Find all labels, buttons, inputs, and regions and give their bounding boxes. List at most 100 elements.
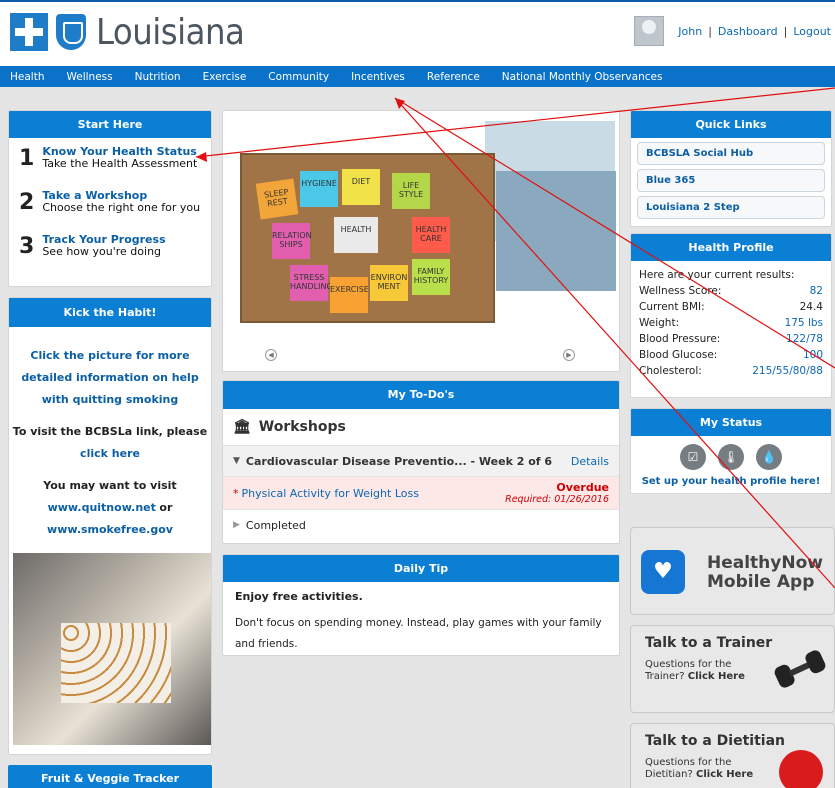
dumbbell-icon	[772, 648, 828, 690]
avatar[interactable]	[634, 16, 665, 46]
sticky-note: ENVIRON MENT	[370, 265, 408, 301]
brand-name: Louisiana	[96, 11, 245, 53]
workshop-row[interactable]: ▼ Cardiovascular Disease Preventio... - …	[223, 445, 619, 476]
checklist-icon[interactable]: ☑	[680, 444, 706, 470]
chevron-down-icon[interactable]: ▼	[233, 456, 240, 466]
dietitian-click-here-link[interactable]: Click Here	[696, 769, 753, 780]
quick-link-louisiana-2-step[interactable]: Louisiana 2 Step	[637, 196, 825, 219]
main-nav: Health Wellness Nutrition Exercise Commu…	[0, 66, 835, 87]
sticky-note: HEALTH	[334, 217, 378, 253]
heart-plus-icon: ♥	[641, 550, 685, 594]
start-here-title: Start Here	[9, 111, 211, 138]
or-text: or	[159, 501, 173, 514]
health-corkboard-image[interactable]: SLEEP REST HYGIENE DIET LIFE STYLE RELAT…	[240, 153, 495, 323]
quitnow-link[interactable]: www.quitnow.net	[48, 501, 156, 514]
sticky-note: HEALTH CARE	[412, 217, 450, 253]
completed-row[interactable]: ▶ Completed	[223, 509, 619, 540]
smokefree-link[interactable]: www.smokefree.gov	[9, 519, 211, 541]
workshop-building-icon: 🏛	[233, 419, 251, 435]
nav-nutrition[interactable]: Nutrition	[135, 71, 181, 83]
todos-title: My To-Do's	[223, 381, 619, 409]
healthynow-app-promo[interactable]: ♥ HealthyNow Mobile App	[630, 527, 835, 615]
step-subtitle: Take the Health Assessment	[42, 157, 198, 170]
todo-status: Overdue Required: 01/26/2016	[505, 481, 609, 505]
step-1[interactable]: 1 Know Your Health Status Take the Healt…	[19, 146, 211, 172]
nav-exercise[interactable]: Exercise	[203, 71, 247, 83]
profile-row: Blood Pressure: 122/78	[639, 331, 823, 347]
profile-label: Wellness Score:	[639, 285, 722, 297]
profile-row: Blood Glucose: 100	[639, 347, 823, 363]
workshops-label: Workshops	[258, 419, 346, 435]
separator: |	[708, 24, 712, 38]
step-2[interactable]: 2 Take a Workshop Choose the right one f…	[19, 190, 211, 216]
setup-profile-link[interactable]: Set up your health profile here!	[631, 476, 831, 487]
talk-to-dietitian-promo[interactable]: Talk to a Dietitian Questions for the Di…	[630, 723, 835, 788]
slide-next-button[interactable]: ▶	[563, 349, 575, 361]
nav-community[interactable]: Community	[268, 71, 329, 83]
profile-label: Blood Pressure:	[639, 333, 721, 345]
dietitian-sub: Dietitian?	[645, 769, 693, 780]
step-number: 3	[19, 234, 35, 259]
todo-item-link[interactable]: Physical Activity for Weight Loss	[242, 487, 419, 500]
nav-wellness[interactable]: Wellness	[66, 71, 112, 83]
daily-tip-title: Daily Tip	[223, 555, 619, 582]
quick-links-title: Quick Links	[631, 111, 831, 138]
trainer-title: Talk to a Trainer	[645, 635, 773, 651]
annotation-arrowhead	[395, 98, 405, 109]
profile-value[interactable]: 175 lbs	[785, 315, 823, 331]
quit-smoking-image[interactable]	[13, 553, 211, 745]
chevron-right-icon[interactable]: ▶	[233, 520, 240, 530]
apple-icon	[779, 750, 823, 788]
todo-item-row[interactable]: * Physical Activity for Weight Loss Over…	[223, 476, 619, 509]
step-subtitle: See how you're doing	[42, 245, 162, 258]
dashboard-link[interactable]: Dashboard	[718, 25, 778, 38]
todos-panel: My To-Do's 🏛 Workshops ▼ Cardiovascular …	[222, 380, 620, 544]
trainer-sub: Trainer?	[645, 671, 685, 682]
my-status-title: My Status	[631, 409, 831, 436]
trainer-click-here-link[interactable]: Click Here	[688, 671, 745, 682]
fruit-veggie-panel: Fruit & Veggie Tracker	[8, 765, 212, 788]
nav-reference[interactable]: Reference	[427, 71, 480, 83]
logo[interactable]: Louisiana	[10, 10, 245, 54]
nav-incentives[interactable]: Incentives	[351, 71, 405, 83]
nav-health[interactable]: Health	[10, 71, 44, 83]
profile-value[interactable]: 122/78	[786, 331, 823, 347]
workshop-title: Cardiovascular Disease Preventio... - We…	[245, 454, 553, 468]
health-profile-panel: Health Profile Here are your current res…	[630, 233, 832, 398]
profile-row: Current BMI: 24.4	[639, 299, 823, 315]
quick-link-blue-365[interactable]: Blue 365	[637, 169, 825, 192]
sticky-note: FAMILY HISTORY	[412, 259, 450, 295]
drop-icon[interactable]: 💧	[756, 444, 782, 470]
talk-to-trainer-promo[interactable]: Talk to a Trainer Questions for the Trai…	[630, 625, 835, 713]
kick-info-link[interactable]: Click the picture for more detailed info…	[9, 345, 211, 411]
daily-tip-panel: Daily Tip Enjoy free activities. Don't f…	[222, 554, 620, 656]
step-3[interactable]: 3 Track Your Progress See how you're doi…	[19, 234, 211, 260]
sticky-note: LIFE STYLE	[392, 173, 430, 209]
profile-row: Weight: 175 lbs	[639, 315, 823, 331]
profile-value[interactable]: 215/55/80/88	[752, 363, 823, 379]
my-status-panel: My Status ☑ 🌡 💧 Set up your health profi…	[630, 408, 832, 494]
health-profile-content: Here are your current results: Wellness …	[631, 261, 831, 379]
fruit-veggie-title[interactable]: Fruit & Veggie Tracker	[8, 765, 212, 788]
kick-content: Click the picture for more detailed info…	[9, 327, 211, 559]
required-date: Required: 01/26/2016	[505, 494, 609, 505]
kick-the-habit-title: Kick the Habit!	[9, 298, 211, 327]
profile-value[interactable]: 100	[803, 347, 823, 363]
start-here-panel: Start Here 1 Know Your Health Status Tak…	[8, 110, 212, 287]
kick-the-habit-panel: Kick the Habit! Click the picture for mo…	[8, 297, 212, 755]
details-link[interactable]: Details	[571, 455, 609, 468]
step-subtitle: Choose the right one for you	[42, 201, 201, 214]
user-name-link[interactable]: John	[678, 25, 702, 38]
step-number: 2	[19, 190, 35, 215]
quick-link-social-hub[interactable]: BCBSLA Social Hub	[637, 142, 825, 165]
click-here-link[interactable]: click here	[9, 443, 211, 465]
thermometer-icon[interactable]: 🌡	[718, 444, 744, 470]
nav-national-monthly-observances[interactable]: National Monthly Observances	[502, 71, 663, 83]
slide-prev-button[interactable]: ◀	[265, 349, 277, 361]
sticky-note: DIET	[342, 169, 380, 205]
kick-may-visit-text: You may want to visit	[43, 479, 177, 492]
profile-value[interactable]: 82	[810, 283, 823, 299]
logout-link[interactable]: Logout	[793, 25, 831, 38]
dietitian-title: Talk to a Dietitian	[645, 733, 785, 749]
sticky-note: STRESS HANDLING	[290, 265, 333, 301]
